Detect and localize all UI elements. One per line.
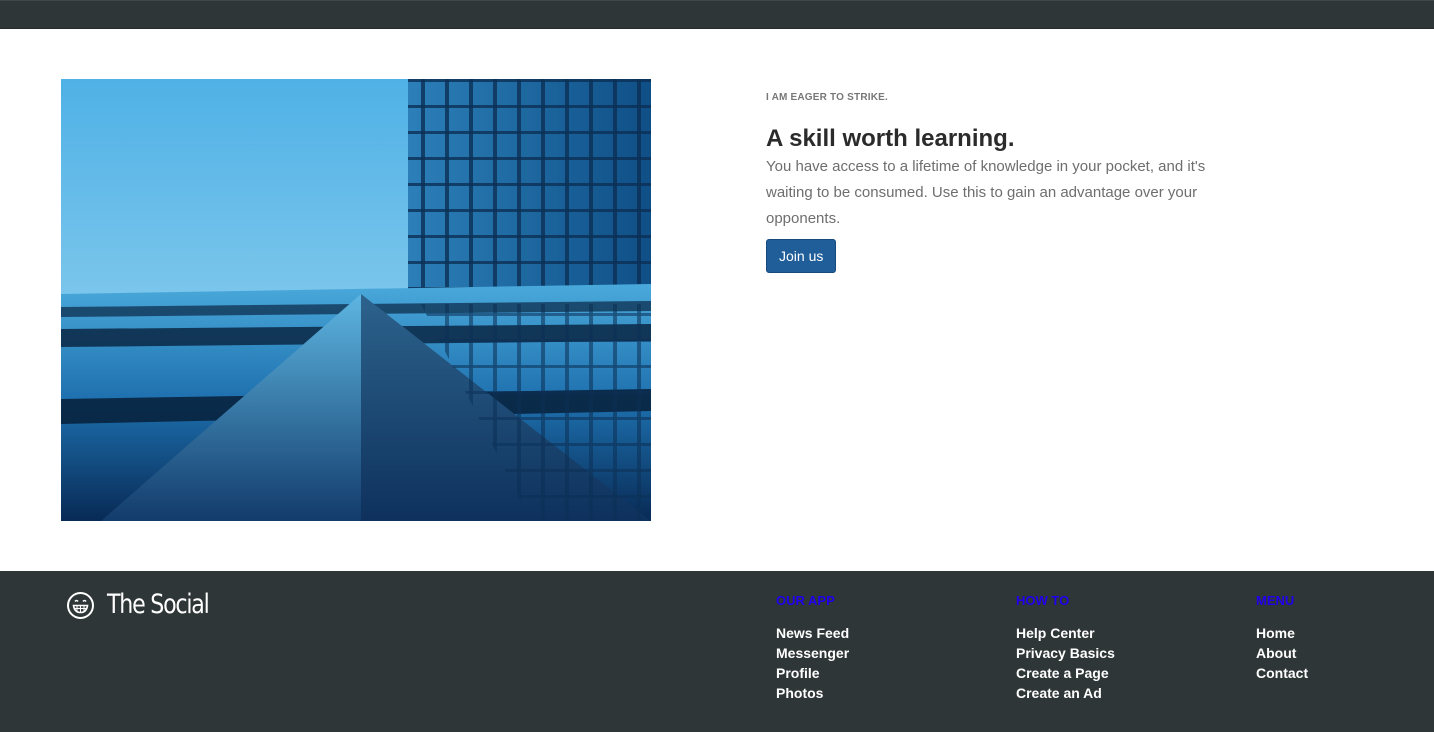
footer-link-photos[interactable]: Photos: [776, 683, 849, 703]
footer-link-profile[interactable]: Profile: [776, 663, 849, 683]
footer-column-how-to: HOW TO Help Center Privacy Basics Create…: [1016, 593, 1115, 703]
footer-heading-our-app: OUR APP: [776, 593, 835, 608]
footer-column-our-app: OUR APP News Feed Messenger Profile Phot…: [776, 593, 849, 703]
footer-link-news-feed[interactable]: News Feed: [776, 623, 849, 643]
hero-eyebrow: I AM EAGER TO STRIKE.: [766, 92, 888, 103]
footer-link-privacy-basics[interactable]: Privacy Basics: [1016, 643, 1115, 663]
footer-link-create-an-ad[interactable]: Create an Ad: [1016, 683, 1115, 703]
building-photo: [61, 79, 651, 521]
grin-face-icon: [67, 591, 94, 619]
footer-link-home[interactable]: Home: [1256, 623, 1308, 643]
hero-body-text: You have access to a lifetime of knowled…: [766, 158, 1206, 227]
footer: The Social OUR APP News Feed Messenger P…: [0, 571, 1434, 732]
footer-link-about[interactable]: About: [1256, 643, 1308, 663]
footer-link-help-center[interactable]: Help Center: [1016, 623, 1115, 643]
top-nav-bar: [0, 0, 1434, 29]
footer-link-messenger[interactable]: Messenger: [776, 643, 849, 663]
brand-name: The Social: [107, 589, 210, 620]
join-us-button[interactable]: Join us: [766, 239, 837, 273]
footer-link-contact[interactable]: Contact: [1256, 663, 1308, 683]
footer-heading-menu: MENU: [1256, 593, 1295, 608]
hero-content: I AM EAGER TO STRIKE. A skill worth lear…: [766, 92, 1246, 273]
footer-heading-how-to: HOW TO: [1016, 593, 1070, 608]
footer-column-menu: MENU Home About Contact: [1256, 593, 1308, 683]
footer-link-create-a-page[interactable]: Create a Page: [1016, 663, 1115, 683]
brand-logo[interactable]: The Social: [66, 589, 231, 621]
hero-headline: A skill worth learning.: [766, 125, 1015, 152]
